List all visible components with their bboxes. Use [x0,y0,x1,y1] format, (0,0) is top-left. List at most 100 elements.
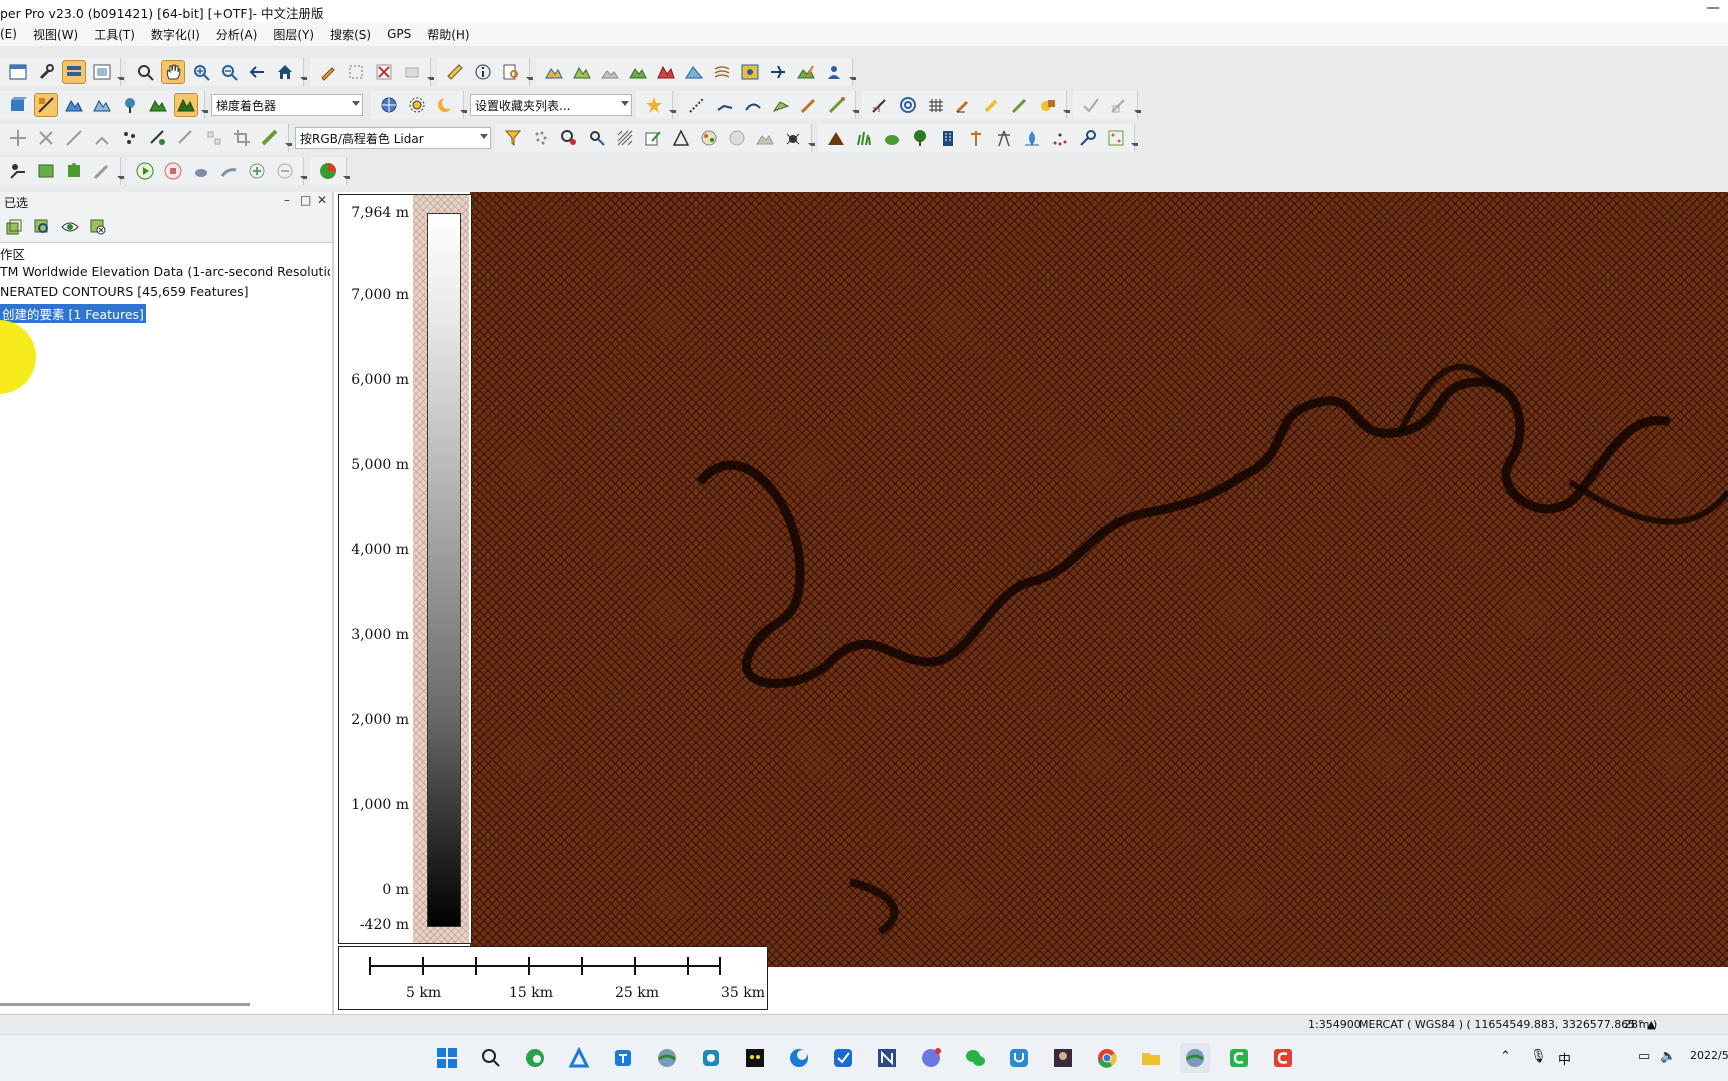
point-zoom-icon[interactable] [586,127,608,149]
chevron-up-icon[interactable]: ⌃ [1500,1049,1511,1064]
cut-icon[interactable] [91,127,113,149]
point-search-icon[interactable] [558,127,580,149]
edit-vertex-icon[interactable] [798,94,820,116]
menu-digitize[interactable]: 数字化(I) [143,26,208,43]
network-icon[interactable]: ▭ [1638,1049,1650,1064]
app-swirl-icon[interactable] [784,1043,814,1073]
terminal-icon[interactable] [740,1043,770,1073]
chrome-icon[interactable] [1092,1043,1122,1073]
bug-icon[interactable] [782,127,804,149]
app-green-c-icon[interactable] [1224,1043,1254,1073]
shader-toggle-icon[interactable] [34,93,58,117]
lidar-color-select[interactable]: 按RGB/高程着色 Lidar [295,127,491,149]
microphone-icon[interactable]: 🎙 [1530,1049,1547,1064]
globe-icon[interactable] [378,94,400,116]
water-level-icon[interactable] [63,94,85,116]
stop-icon[interactable] [162,160,184,182]
edit-check-icon[interactable] [1108,94,1130,116]
classify-dots-icon[interactable] [1105,127,1127,149]
key-icon[interactable] [1077,127,1099,149]
play-icon[interactable] [134,160,156,182]
slope-icon[interactable] [683,61,705,83]
user-terrain-icon[interactable] [823,61,845,83]
app-aqua-icon[interactable] [696,1043,726,1073]
hatch-icon[interactable] [614,127,636,149]
globalmapper-icon[interactable] [652,1043,682,1073]
home-icon[interactable] [274,61,296,83]
volume-icon[interactable]: 🔈 [1660,1049,1676,1064]
app-red-c-icon[interactable] [1268,1043,1298,1073]
turtle-icon[interactable] [190,160,212,182]
shapes-icon[interactable] [1037,94,1059,116]
terrain-icon[interactable] [543,61,565,83]
filter-icon[interactable] [502,127,524,149]
map-canvas[interactable] [470,192,1728,967]
pencil-icon[interactable] [317,61,339,83]
back-arrow-icon[interactable] [246,61,268,83]
pole-icon[interactable] [965,127,987,149]
edit-form-icon[interactable] [642,127,664,149]
draw-curve-icon[interactable] [742,94,764,116]
panel-close-button[interactable]: ✕ [317,193,327,207]
info-icon[interactable] [472,61,494,83]
classify-icon[interactable] [698,127,720,149]
ruler-icon[interactable] [444,61,466,83]
app-a-icon[interactable] [564,1043,594,1073]
draw-line-icon[interactable] [686,94,708,116]
lidar-filter-icon[interactable] [147,127,169,149]
menu-help[interactable]: 帮助(H) [419,26,477,43]
lidar-line-icon[interactable] [175,127,197,149]
terrain-profile-icon[interactable] [571,61,593,83]
layer-item-created-features[interactable]: 创建的要素 [1 Features] [0,303,147,324]
pie-chart-icon[interactable] [317,160,339,182]
flight-icon[interactable] [767,61,789,83]
search-feature-icon[interactable] [500,61,522,83]
add-layer-icon[interactable] [3,216,25,238]
zoom-out-icon[interactable] [218,61,240,83]
draw-polyline-icon[interactable] [714,94,736,116]
menu-gps[interactable]: GPS [379,27,419,41]
lidar-select-icon[interactable] [119,127,141,149]
brush-gray-icon[interactable] [91,160,113,182]
add-point-icon[interactable] [246,160,268,182]
chat-bubble-icon[interactable] [916,1043,946,1073]
layer-item-elevation[interactable]: TM Worldwide Elevation Data (1-arc-secon… [0,264,330,279]
power-line-icon[interactable] [993,127,1015,149]
gps-icon[interactable] [7,160,29,182]
eye-icon[interactable] [59,216,81,238]
panel-maximize-button[interactable]: □ [300,193,311,207]
panel-minimize-button[interactable]: – [284,193,290,207]
map-image-icon[interactable] [739,61,761,83]
search-icon[interactable] [476,1043,506,1073]
ime-indicator[interactable]: 中 [1558,1049,1571,1068]
menu-view[interactable]: 视图(W) [25,26,86,43]
triangle-icon[interactable] [670,127,692,149]
viewshed-icon[interactable] [599,61,621,83]
pan-hand-icon[interactable] [161,60,185,84]
water-icon[interactable] [1021,127,1043,149]
app-check-icon[interactable] [828,1043,858,1073]
remove-point-icon[interactable] [274,160,296,182]
overview-icon[interactable] [91,61,113,83]
puzzle-icon[interactable] [63,160,85,182]
building-icon[interactable] [937,127,959,149]
noise-points-icon[interactable] [1049,127,1071,149]
rabbit-icon[interactable] [218,160,240,182]
terrain-edit-icon[interactable] [795,61,817,83]
app-n-icon[interactable] [872,1043,902,1073]
avatar-app-icon[interactable] [1048,1043,1078,1073]
pencil-green-icon[interactable] [1009,94,1031,116]
menu-tools[interactable]: 工具(T) [86,26,143,43]
app-u-icon[interactable] [1004,1043,1034,1073]
folder-icon[interactable] [1136,1043,1166,1073]
check-icon[interactable] [1080,94,1102,116]
menu-layer[interactable]: 图层(Y) [265,26,322,43]
sun-icon[interactable] [406,94,428,116]
menu-edit[interactable]: (E) [0,27,25,41]
window-icon[interactable] [7,61,29,83]
terrain-color-icon[interactable] [147,94,169,116]
ground-icon[interactable] [754,127,776,149]
highlighter-icon[interactable] [981,94,1003,116]
app-blue-icon[interactable] [608,1043,638,1073]
brush-icon[interactable] [826,94,848,116]
